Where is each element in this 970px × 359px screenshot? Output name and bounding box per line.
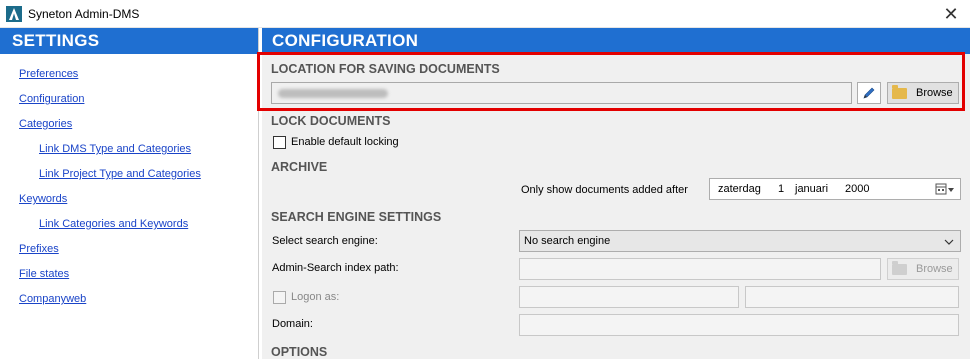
search-engine-label: Select search engine:	[272, 235, 378, 247]
configuration-pane: CONFIGURATION LOCATION FOR SAVING DOCUME…	[262, 28, 970, 359]
nav-link-categories-keywords[interactable]: Link Categories and Keywords	[39, 218, 188, 230]
archive-section-title: ARCHIVE	[271, 160, 328, 174]
search-engine-value: No search engine	[524, 235, 611, 247]
title-bar: Syneton Admin-DMS ✕	[0, 0, 970, 28]
archive-date-picker[interactable]: zaterdag 1 januari 2000	[709, 178, 961, 200]
nav-link-configuration[interactable]: Configuration	[19, 93, 84, 105]
document-location-input[interactable]	[271, 82, 852, 104]
redacted-path-text	[278, 89, 388, 98]
archive-date-label: Only show documents added after	[521, 184, 688, 196]
configuration-header: CONFIGURATION	[262, 28, 970, 54]
logon-as-label: Logon as:	[291, 291, 340, 303]
pencil-icon	[863, 87, 875, 99]
close-button[interactable]: ✕	[940, 3, 962, 25]
enable-locking-checkbox[interactable]	[273, 136, 286, 149]
nav-link-categories[interactable]: Categories	[19, 118, 72, 130]
settings-pane: SETTINGS Preferences Configuration Categ…	[0, 28, 259, 359]
nav-link-companyweb[interactable]: Companyweb	[19, 293, 86, 305]
nav-link-prefixes[interactable]: Prefixes	[19, 243, 59, 255]
nav-link-keywords[interactable]: Keywords	[19, 193, 67, 205]
lock-section-title: LOCK DOCUMENTS	[271, 114, 391, 128]
domain-input[interactable]	[519, 314, 959, 336]
options-section-title: OPTIONS	[271, 345, 328, 359]
date-year: 2000	[845, 183, 870, 195]
nav-link-file-states[interactable]: File states	[19, 268, 69, 280]
app-logo-icon	[6, 6, 22, 22]
nav-link-preferences[interactable]: Preferences	[19, 68, 78, 80]
folder-icon	[892, 84, 907, 99]
index-path-input[interactable]	[519, 258, 881, 280]
folder-icon	[892, 260, 907, 275]
index-browse-label: Browse	[916, 263, 953, 275]
enable-locking-label: Enable default locking	[291, 136, 399, 148]
window-title: Syneton Admin-DMS	[28, 7, 140, 21]
edit-location-button[interactable]	[857, 82, 881, 104]
location-section-title: LOCATION FOR SAVING DOCUMENTS	[271, 62, 500, 76]
date-day: 1	[778, 183, 785, 195]
location-browse-label: Browse	[916, 87, 953, 99]
nav-link-dms-type-categories[interactable]: Link DMS Type and Categories	[39, 143, 191, 155]
chevron-down-icon	[944, 239, 954, 245]
logon-as-checkbox[interactable]	[273, 291, 286, 304]
date-month: januari	[795, 183, 829, 195]
calendar-icon[interactable]	[935, 183, 955, 196]
index-path-label: Admin-Search index path:	[272, 262, 399, 274]
settings-header: SETTINGS	[0, 28, 258, 54]
logon-password-input[interactable]	[745, 286, 959, 308]
logon-user-input[interactable]	[519, 286, 739, 308]
location-browse-button[interactable]: Browse	[887, 82, 959, 104]
nav-link-project-type-categories[interactable]: Link Project Type and Categories	[39, 168, 201, 180]
search-engine-select[interactable]: No search engine	[519, 230, 961, 252]
configuration-body: LOCATION FOR SAVING DOCUMENTS Browse LOC…	[262, 54, 970, 359]
domain-label: Domain:	[272, 318, 313, 330]
index-browse-button[interactable]: Browse	[887, 258, 959, 280]
date-weekday: zaterdag	[718, 183, 761, 195]
search-section-title: SEARCH ENGINE SETTINGS	[271, 210, 442, 224]
